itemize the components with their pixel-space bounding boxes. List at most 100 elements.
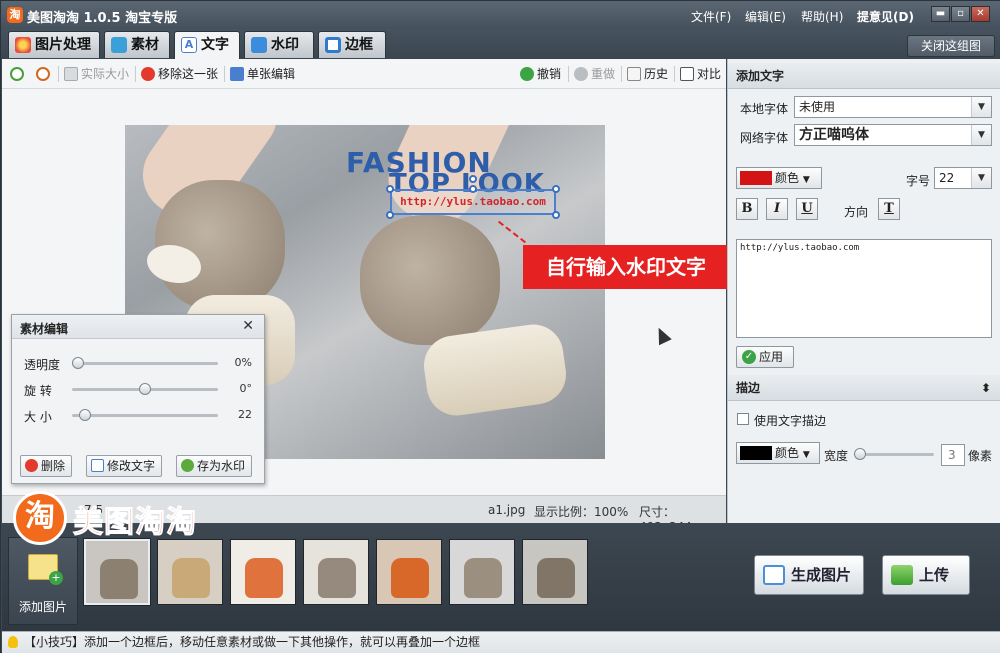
history-button[interactable]: 历史 [627,67,668,81]
tab-label: 边框 [345,37,373,53]
remove-label: 移除这一张 [158,67,219,81]
resize-handle[interactable] [552,185,560,193]
save-watermark-button[interactable]: 存为水印 [176,455,253,477]
use-stroke-checkbox[interactable] [737,413,749,425]
edit-text-button[interactable]: 修改文字 [86,455,163,477]
check-icon: ✓ [742,350,756,364]
resize-handle[interactable] [386,185,394,193]
size-value: 22 [238,408,252,421]
local-font-select[interactable]: 未使用 ▼ [794,96,992,118]
rotate-handle[interactable] [469,175,477,183]
undo-button[interactable]: 撤销 [520,67,561,81]
compare-icon [680,67,694,81]
direction-label: 方向 [844,205,869,219]
thumbnail[interactable] [230,539,296,605]
opacity-value: 0% [234,356,252,369]
collapse-icon[interactable]: ⬍ [981,375,991,401]
redo-button[interactable]: 重做 [574,67,615,81]
stroke-color-button[interactable]: 颜色 ▼ [736,442,820,464]
menu-help[interactable]: 帮助(H) [801,8,843,25]
tab-image-process[interactable]: 图片处理 [8,31,100,58]
brand-name: 美图淘淘 [73,505,197,541]
thumbnail-boot [537,558,575,598]
remove-image-button[interactable]: 移除这一张 [141,67,218,81]
app-window: 淘 美图淘淘 1.0.5 淘宝专版 文件(F) 编辑(E) 帮助(H) 提意见(… [0,0,1000,653]
chevron-down-icon: ▼ [971,125,991,145]
slider-knob[interactable] [139,383,151,395]
close-icon[interactable]: ✕ [242,318,254,334]
italic-button[interactable]: I [766,198,788,220]
compare-button[interactable]: 对比 [680,67,721,81]
stroke-header[interactable]: 描边 ⬍ [728,375,1000,401]
actual-size-label: 实际大小 [81,67,130,81]
web-font-select[interactable]: 方正喵呜体 ▼ [794,124,992,146]
actual-size-button[interactable]: 实际大小 [64,67,129,81]
tab-bar: 图片处理 素材 A 文字 水印 边框 关闭这组图 [1,29,1000,59]
use-stroke-label: 使用文字描边 [754,414,827,428]
text-color-button[interactable]: 颜色 ▼ [736,167,822,189]
slider-knob[interactable] [72,357,84,369]
direction-button[interactable]: T [878,198,900,220]
opacity-slider[interactable] [72,357,218,369]
font-size-select[interactable]: 22 ▼ [934,167,992,189]
size-slider[interactable] [72,409,218,421]
close-group-button[interactable]: 关闭这组图 [907,35,995,57]
material-icon [111,37,127,53]
file-name: a1.jpg [488,503,526,517]
color-swatch [740,446,772,460]
stroke-width-input[interactable]: 3 [941,444,965,466]
thumbnail[interactable] [157,539,223,605]
single-edit-button[interactable]: 单张编辑 [230,67,295,81]
tab-border[interactable]: 边框 [318,31,386,58]
tab-material[interactable]: 素材 [104,31,170,58]
generate-image-button[interactable]: 生成图片 [754,555,864,595]
tab-label: 图片处理 [35,37,91,53]
stroke-width-label: 宽度 [824,449,849,463]
resize-handle[interactable] [469,185,477,193]
delete-button[interactable]: 删除 [20,455,73,477]
thumbnail[interactable] [303,539,369,605]
material-edit-panel: 素材编辑 ✕ 透明度 0% 旋 转 0° 大 小 22 删除 修改文字 存为水印 [11,314,265,484]
resize-handle[interactable] [552,211,560,219]
fur-cuff [360,215,500,345]
bold-button[interactable]: B [736,198,758,220]
menu-feedback[interactable]: 提意见(D) [857,8,914,25]
menu-edit[interactable]: 编辑(E) [745,8,786,25]
tab-text[interactable]: A 文字 [174,31,240,59]
add-folder-icon: + [28,554,63,585]
apply-button[interactable]: ✓ 应用 [736,346,794,368]
zoom-in-icon [10,67,24,81]
slider-knob[interactable] [854,448,866,460]
callout-box: 自行输入水印文字 [523,245,729,289]
text-icon: A [181,37,197,53]
thumbnail[interactable] [83,538,151,606]
thumbnail[interactable] [376,539,442,605]
text-settings-panel: 添加文字 本地字体 未使用 ▼ 网络字体 方正喵呜体 ▼ 颜色 ▼ 字号 22 ▼ B… [727,59,1000,523]
rotate-slider[interactable] [72,383,218,395]
chevron-down-icon: ▼ [802,175,810,185]
slider-knob[interactable] [78,409,91,421]
tab-watermark[interactable]: 水印 [244,31,314,58]
chevron-down-icon: ▼ [971,97,991,117]
upload-icon [891,565,913,585]
text-input[interactable]: http://ylus.taobao.com [736,239,992,338]
actual-size-icon [64,67,78,81]
underline-button[interactable]: U [796,198,818,220]
palette-icon [15,37,31,53]
resize-handle[interactable] [386,211,394,219]
thumbnail[interactable] [449,539,515,605]
taotao-logo-icon: 淘 [13,491,67,545]
thumbnail[interactable] [522,539,588,605]
delete-icon [25,459,38,472]
thumbnail-boot [172,558,210,598]
menu-file[interactable]: 文件(F) [691,8,731,25]
upload-button[interactable]: 上传 [882,555,970,595]
minimize-to-tray-button[interactable]: ▬ [931,6,950,22]
redo-icon [574,67,588,81]
opacity-label: 透明度 [24,358,61,372]
stroke-width-slider[interactable] [854,448,934,460]
add-image-button[interactable]: + 添加图片 [8,537,78,625]
panel-header[interactable]: 素材编辑 ✕ [12,315,264,339]
minimize-button[interactable]: ▫ [951,6,970,22]
close-window-button[interactable]: ✕ [971,6,990,22]
